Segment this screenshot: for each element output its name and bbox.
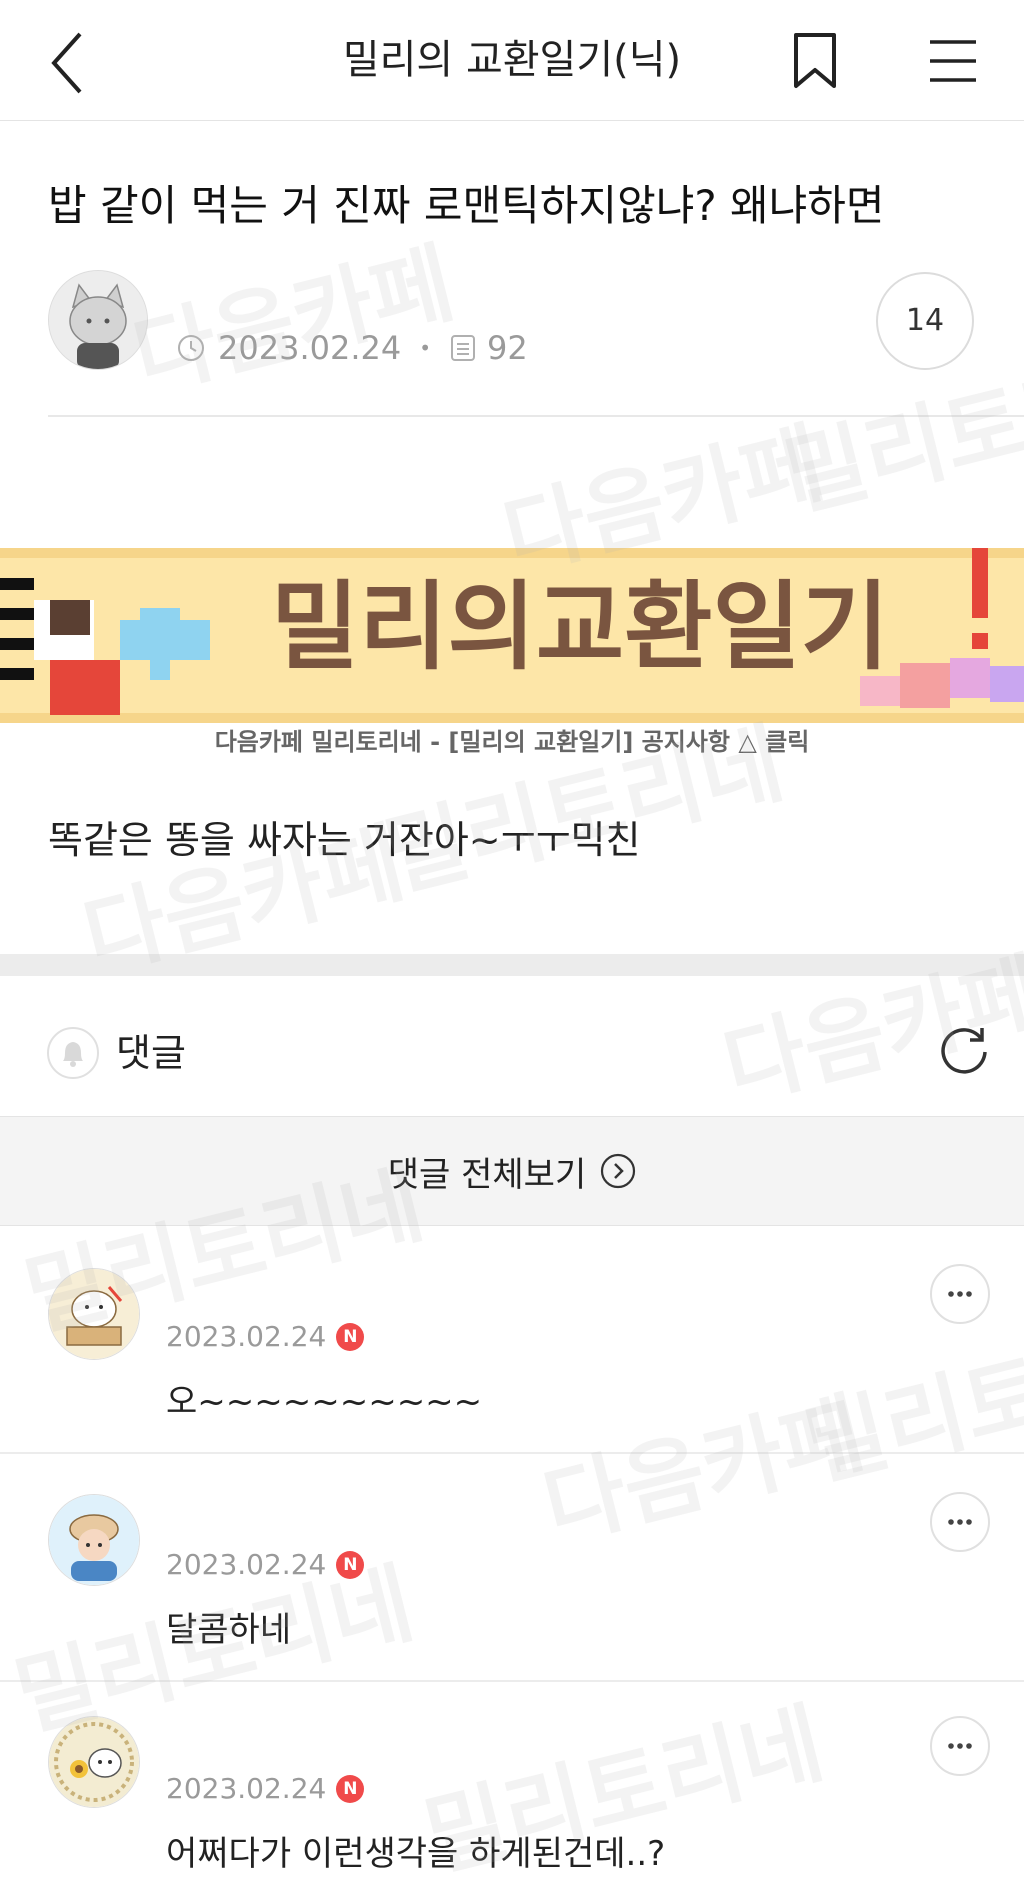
comment-date-text: 2023.02.24 — [166, 1320, 327, 1353]
watermark: 다음카페 — [529, 1363, 874, 1565]
banner-text: 밀리의교환일기 — [271, 571, 889, 683]
more-icon — [948, 1291, 972, 1297]
comment-text: 어쩌다가 이런생각을 하게된건데..? — [166, 1834, 666, 1874]
watermark: 다음카페 — [119, 213, 464, 415]
comment-date: 2023.02.24 N — [166, 1548, 365, 1581]
commenter-avatar[interactable] — [48, 1716, 140, 1808]
cafe-board-title[interactable]: 밀리의 교환일기(닉) — [200, 30, 824, 90]
menu-icon[interactable] — [928, 36, 978, 86]
more-options-button[interactable] — [930, 1492, 990, 1552]
more-options-button[interactable] — [930, 1264, 990, 1324]
watermark-text: 밀리토리네 — [795, 1301, 1024, 1500]
author-avatar[interactable] — [48, 270, 148, 370]
comment-count-button[interactable]: 14 — [876, 272, 974, 370]
comment-date: 2023.02.24 N — [166, 1320, 365, 1353]
comments-label: 댓글 — [116, 1031, 186, 1075]
post-title: 밥 같이 먹는 거 진짜 로맨틱하지않냐? 왜냐하면 — [48, 181, 885, 230]
new-badge: N — [336, 1774, 365, 1803]
more-options-button[interactable] — [930, 1716, 990, 1776]
divider — [0, 1680, 1024, 1682]
back-icon[interactable] — [46, 28, 96, 98]
bookmark-icon[interactable] — [792, 32, 838, 90]
refresh-icon[interactable] — [936, 1022, 992, 1078]
comment-date: 2023.02.24 N — [166, 1772, 365, 1805]
commenter-avatar[interactable] — [48, 1268, 140, 1360]
divider — [0, 1452, 1024, 1454]
banner-caption[interactable]: 다음카페 밀리토리네 - [밀리의 교환일기] 공지사항 △ 클릭 — [0, 722, 1024, 762]
clock-icon — [178, 335, 204, 361]
chevron-right-icon — [601, 1153, 636, 1189]
section-divider — [0, 954, 1024, 976]
new-badge: N — [336, 1322, 365, 1351]
document-icon — [451, 335, 476, 361]
watermark: 밀리토리네 — [791, 1283, 1024, 1504]
view-all-label: 댓글 전체보기 — [387, 1154, 587, 1195]
comment-date-text: 2023.02.24 — [166, 1772, 327, 1805]
comment-date-text: 2023.02.24 — [166, 1548, 327, 1581]
view-all-comments-button[interactable]: 댓글 전체보기 — [0, 1117, 1024, 1226]
watermark-text: 다음카페 — [534, 1381, 874, 1560]
divider — [48, 415, 1024, 417]
bell-icon[interactable] — [46, 1026, 100, 1080]
new-badge: N — [336, 1550, 365, 1579]
more-icon — [948, 1743, 972, 1749]
meta-divider-dot: • — [419, 336, 432, 360]
post-body-text: 똑같은 똥을 싸자는 거잔아~ㅜㅜ믹친 — [48, 818, 641, 862]
comment-text: 달콤하네 — [166, 1610, 292, 1650]
view-count: 92 — [487, 329, 528, 367]
comment-text: 오~~~~~~~~~~ — [166, 1382, 483, 1422]
post-meta: 2023.02.24 • 92 — [176, 324, 528, 372]
post-date: 2023.02.24 — [218, 329, 402, 367]
watermark-text: 다음카페 — [124, 231, 464, 410]
commenter-avatar[interactable] — [48, 1494, 140, 1586]
more-icon — [948, 1519, 972, 1525]
cafe-banner-image[interactable]: 밀리의교환일기 — [0, 548, 1024, 723]
